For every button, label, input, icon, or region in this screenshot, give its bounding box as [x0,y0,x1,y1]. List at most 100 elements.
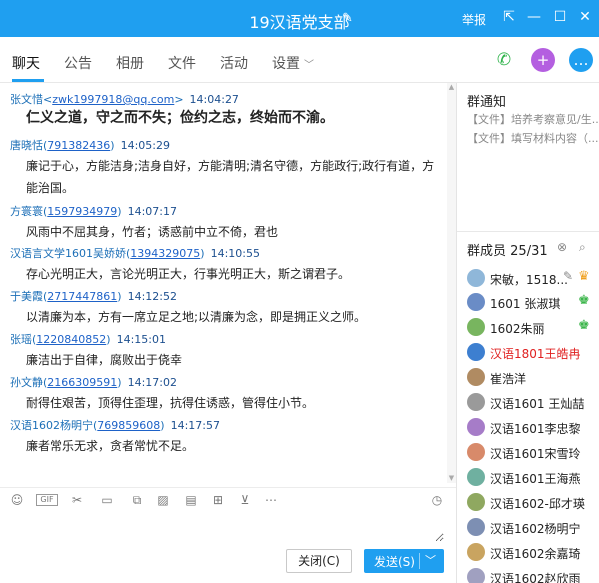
message: 唐晓恬(791382436) 14:05:29 廉记于心，方能洁身;洁身自好，方能… [10,137,446,199]
close-button[interactable]: 关闭(C) [286,549,352,573]
member-name: 汉语1601李忠黎 [490,422,581,436]
avatar [467,418,485,436]
avatar [467,393,485,411]
message-sender[interactable]: 张瑶 [10,333,32,346]
message-contact[interactable]: 2166309591 [47,376,117,389]
screen-share-icon[interactable]: ▤ [182,492,200,508]
avatar [467,368,485,386]
member-item[interactable]: 汉语1602-邱才瑛 [467,492,597,512]
message-text: 存心光明正大，言论光明正大，行事光明正大，斯之谓君子。 [26,267,351,281]
member-item[interactable]: 汉语1601王海燕 [467,467,597,487]
member-item[interactable]: 汉语1602赵欣雨 [467,567,597,583]
admin-icon: ♚ [578,318,590,333]
group-sidebar: 群通知 【文件】培养考察意见/生... 【文件】填写材料内容（... 群成员 2… [457,83,599,583]
message-time: 14:05:29 [120,139,170,152]
phone-icon[interactable]: ✆ [492,48,516,72]
more-icon[interactable]: … [569,48,593,72]
member-name: 1602朱丽 [490,322,545,336]
message-contact[interactable]: 791382436 [47,139,110,152]
member-item[interactable]: 汉语1601李忠黎 [467,417,597,437]
edit-icon[interactable]: ✎ [342,11,353,26]
notice-item[interactable]: 【文件】填写材料内容（... [467,130,599,146]
gift-icon[interactable]: ⊞ [209,492,227,508]
scroll-down-icon[interactable]: ▼ [447,474,456,483]
history-icon[interactable]: ◷ [428,492,446,508]
emoji-icon[interactable]: ☺ [8,492,26,508]
message-sender[interactable]: 于美霞 [10,290,43,303]
scissors-icon[interactable]: ✂ [68,492,86,508]
tab-active-indicator [12,79,44,82]
message-time: 14:15:01 [116,333,166,346]
gif-icon[interactable]: GIF [36,494,58,506]
send-button[interactable]: 发送(S) ﹀ [364,549,444,573]
member-name: 宋敏，1518... [490,273,568,287]
member-name: 汉语1602杨明宁 [490,522,581,536]
member-item[interactable]: 1602朱丽 ♚ [467,317,597,337]
member-item[interactable]: 汉语1601宋雪玲 [467,442,597,462]
member-item[interactable]: 汉语1601 王灿喆 [467,392,597,412]
edit-icon[interactable]: ✎ [563,269,573,283]
message-contact[interactable]: 1220840852 [36,333,106,346]
tab-files[interactable]: 文件 [168,53,196,73]
message-sender[interactable]: 唐晓恬 [10,139,43,152]
tab-announcement[interactable]: 公告 [64,53,92,73]
invite-icon[interactable]: ⊗ [557,240,567,254]
doc-icon[interactable]: ⊻ [236,492,254,508]
member-item[interactable]: 汉语1801王皓冉 [467,342,597,362]
message-contact[interactable]: 1394329075 [130,247,200,260]
add-app-icon[interactable]: + [531,48,555,72]
tab-settings[interactable]: 设置 ﹀ [272,53,314,73]
message-sender[interactable]: 汉语言文学1601吴娇娇 [10,247,126,260]
member-item[interactable]: 1601 张淑琪 ♚ [467,292,597,312]
member-item[interactable]: 宋敏，1518... ✎ ♛ [467,268,597,288]
member-name: 汉语1601 王灿喆 [490,397,585,411]
file-icon[interactable]: ▭ [98,492,116,508]
member-name: 汉语1801王皓冉 [490,347,581,361]
avatar [467,443,485,461]
member-name: 汉语1602赵欣雨 [490,572,581,583]
message: 张瑶(1220840852) 14:15:01 廉洁出于自律，腐败出于侥幸 [10,331,446,371]
message-contact[interactable]: 2717447861 [47,290,117,303]
notice-item[interactable]: 【文件】培养考察意见/生... [467,111,599,127]
tab-activity[interactable]: 活动 [220,53,248,73]
message-sender[interactable]: 孙文静 [10,376,43,389]
message-sender[interactable]: 汉语1602杨明宁 [10,419,93,432]
pin-icon[interactable]: ⇱ [500,8,518,26]
message-contact[interactable]: 769859608 [97,419,160,432]
scroll-up-icon[interactable]: ▲ [447,83,456,92]
member-item[interactable]: 崔浩洋 [467,367,597,387]
message-input[interactable] [4,512,444,542]
composer-toolbar: ☺ GIF ✂ ▭ ⧉ ▨ ▤ ⊞ ⊻ ⋯ ◷ [0,487,456,509]
minimize-button[interactable]: — [525,8,543,26]
member-item[interactable]: 汉语1602余嘉琦 [467,542,597,562]
member-item[interactable]: 汉语1602杨明宁 [467,517,597,537]
message-time: 14:17:02 [127,376,177,389]
message: 于美霞(2717447861) 14:12:52 以清廉为本，方有一席立足之地;以… [10,288,446,328]
more-tools-icon[interactable]: ⋯ [262,492,280,508]
message-contact[interactable]: zwk1997918@qq.com [52,93,174,106]
avatar [467,493,485,511]
message: 汉语1602杨明宁(769859608) 14:17:57 廉者常乐无求，贪者常忧… [10,417,446,457]
close-window-button[interactable]: ✕ [576,8,594,26]
message-contact[interactable]: 1597934979 [47,205,117,218]
member-name: 1601 张淑琪 [490,297,561,311]
message-sender[interactable]: 方寰寰 [10,205,43,218]
search-icon[interactable]: ⌕ [579,240,586,255]
chat-scrollbar[interactable]: ▲ ▼ [447,83,456,483]
maximize-button[interactable]: ☐ [551,8,569,26]
tab-album[interactable]: 相册 [116,53,144,73]
album-icon[interactable]: ⧉ [128,492,146,508]
message-text: 风雨中不屈其身，竹者；诱惑前中立不倚，君也 [26,225,279,239]
message-time: 14:07:17 [127,205,177,218]
chevron-down-icon[interactable]: ﹀ [425,552,436,568]
avatar [467,343,485,361]
message-time: 14:10:55 [210,247,260,260]
message-time: 14:12:52 [127,290,177,303]
tab-chat[interactable]: 聊天 [12,53,40,73]
report-button[interactable]: 举报 [462,11,486,28]
notice-title: 群通知 [467,95,507,110]
title-bar: 19汉语党支部 ✎ 举报 ⇱ — ☐ ✕ [0,0,599,37]
message-sender[interactable]: 张文惜 [10,93,43,106]
image-icon[interactable]: ▨ [154,492,172,508]
sidebar-divider [457,231,599,232]
